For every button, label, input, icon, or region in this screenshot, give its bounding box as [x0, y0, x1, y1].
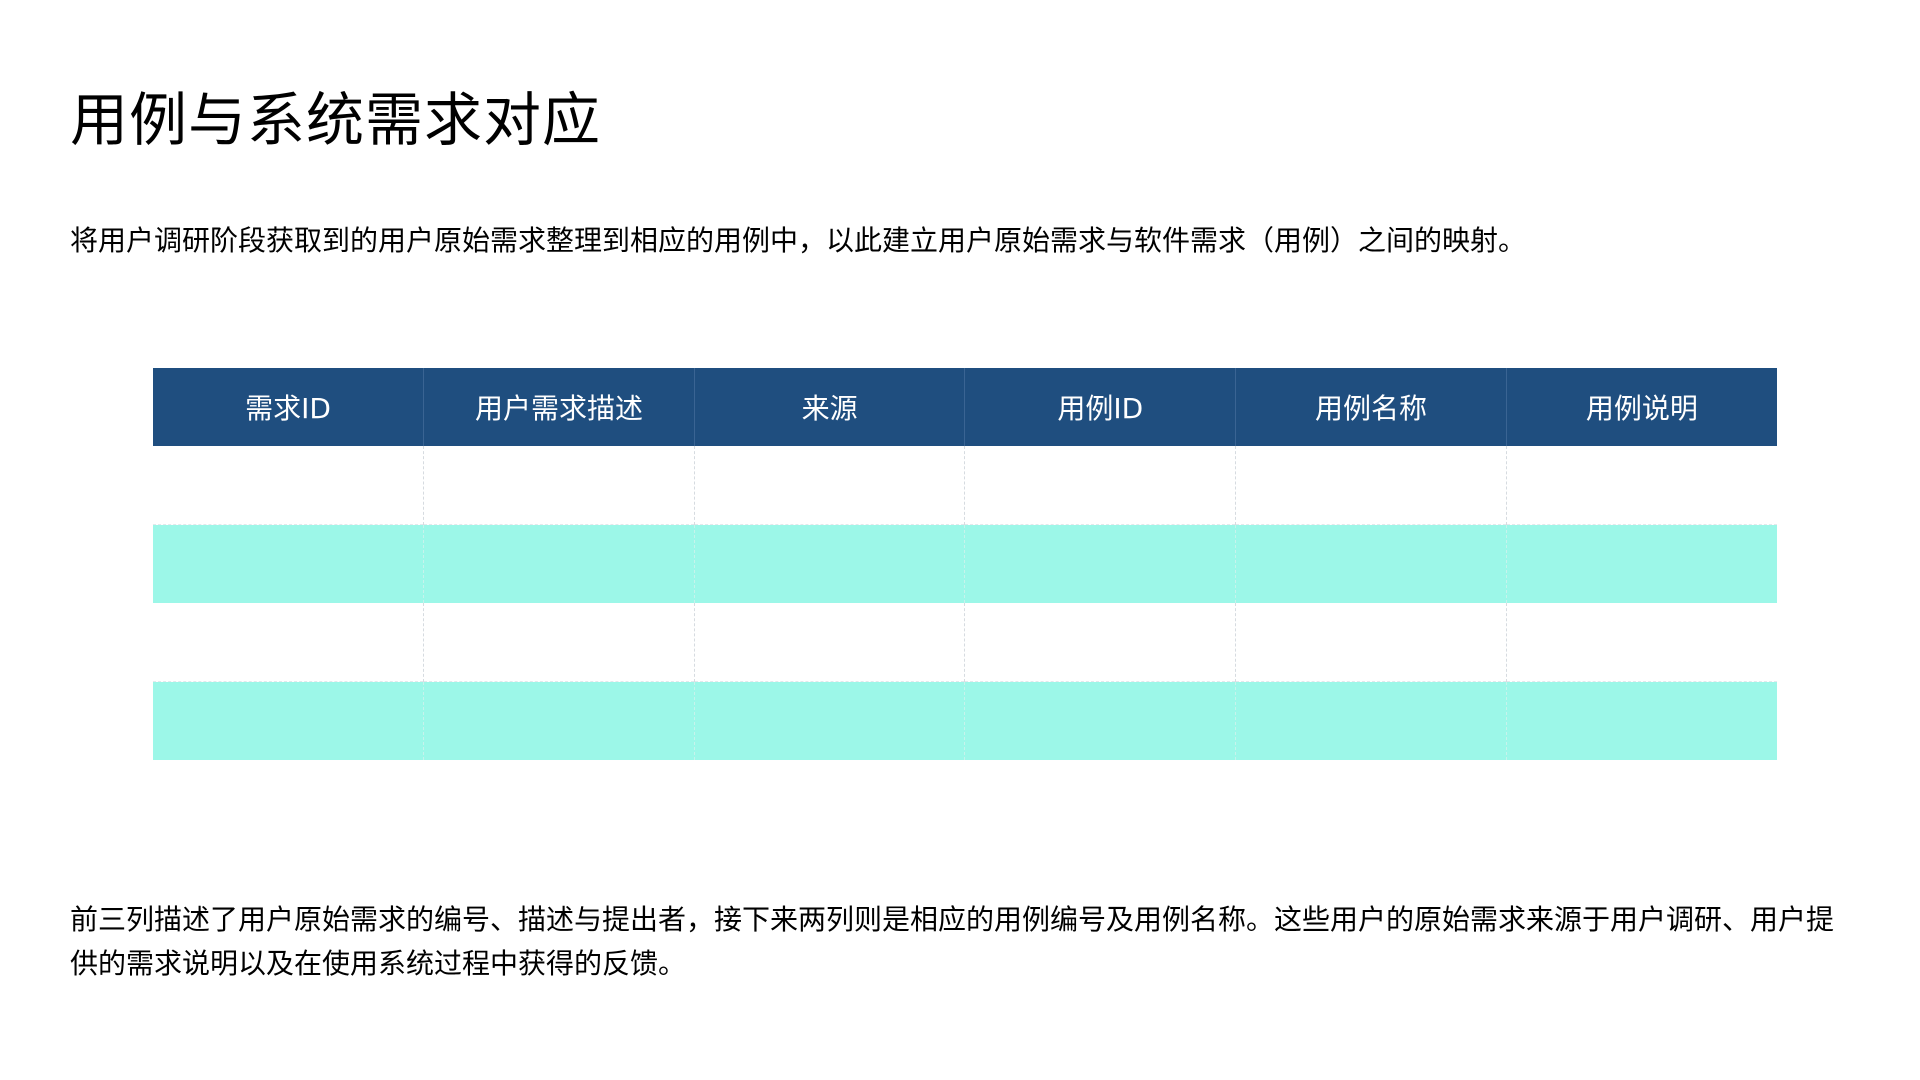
table-cell: [964, 681, 1237, 760]
table-cell: [1506, 681, 1777, 760]
table-cell: [694, 446, 966, 525]
requirements-mapping-table: 需求ID 用户需求描述 来源 用例ID 用例名称 用例说明: [153, 368, 1777, 760]
header-use-case-description: 用例说明: [1506, 368, 1777, 446]
table-body: [153, 446, 1777, 760]
table-cell: [1506, 603, 1777, 682]
table-cell: [153, 524, 425, 603]
table-cell: [694, 603, 966, 682]
header-source: 来源: [694, 368, 966, 446]
table-cell: [694, 681, 966, 760]
table-cell: [964, 524, 1237, 603]
table-cell: [153, 603, 425, 682]
table-row: [153, 681, 1777, 760]
table-cell: [1506, 446, 1777, 525]
table-row: [153, 446, 1777, 525]
table-cell: [1235, 524, 1507, 603]
table-cell: [153, 681, 425, 760]
footer-paragraph: 前三列描述了用户原始需求的编号、描述与提出者，接下来两列则是相应的用例编号及用例…: [70, 903, 1835, 980]
table-cell: [423, 681, 695, 760]
table-cell: [1506, 524, 1777, 603]
table-row: [153, 524, 1777, 603]
header-requirement-id: 需求ID: [153, 368, 425, 446]
table-header: 需求ID 用户需求描述 来源 用例ID 用例名称 用例说明: [153, 368, 1777, 446]
header-use-case-id: 用例ID: [964, 368, 1237, 446]
header-user-requirement-description: 用户需求描述: [423, 368, 695, 446]
table-row: [153, 603, 1777, 682]
table-cell: [423, 524, 695, 603]
table-cell: [1235, 446, 1507, 525]
page-title: 用例与系统需求对应: [70, 86, 602, 154]
table-cell: [1235, 603, 1507, 682]
requirements-table-container: 需求ID 用户需求描述 来源 用例ID 用例名称 用例说明: [153, 368, 1777, 760]
intro-paragraph: 将用户调研阶段获取到的用户原始需求整理到相应的用例中，以此建立用户原始需求与软件…: [70, 224, 1527, 257]
table-cell: [964, 446, 1237, 525]
table-cell: [153, 446, 425, 525]
table-cell: [694, 524, 966, 603]
table-cell: [423, 446, 695, 525]
table-cell: [423, 603, 695, 682]
table-cell: [964, 603, 1237, 682]
table-cell: [1235, 681, 1507, 760]
header-use-case-name: 用例名称: [1235, 368, 1507, 446]
header-row: 需求ID 用户需求描述 来源 用例ID 用例名称 用例说明: [153, 368, 1777, 446]
